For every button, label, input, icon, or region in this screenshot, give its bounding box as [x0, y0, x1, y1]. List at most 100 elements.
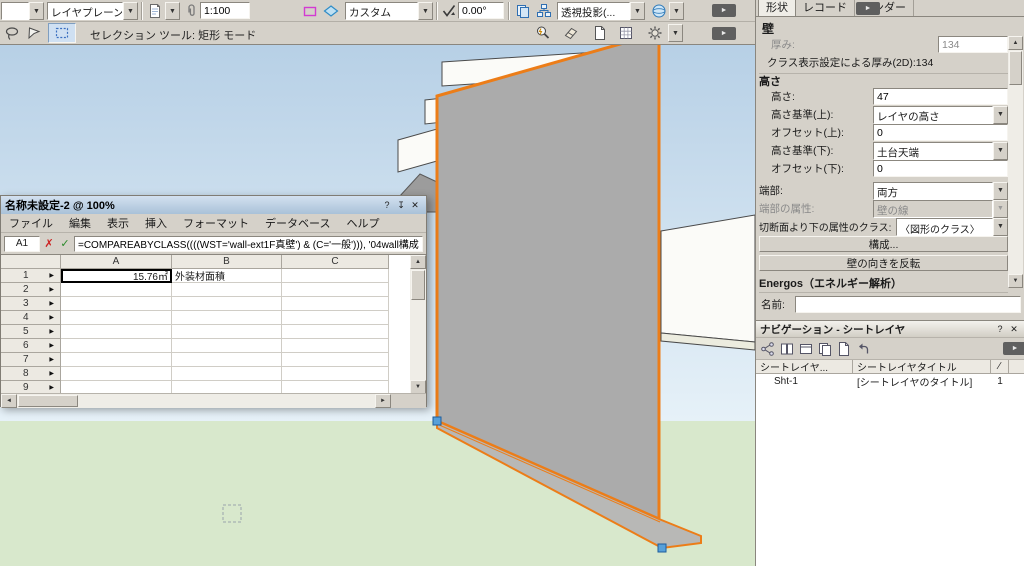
scroll-right-icon[interactable]: ► [375, 394, 391, 408]
back-arrow-icon[interactable] [854, 340, 872, 358]
offset-bottom-field[interactable] [873, 160, 1008, 177]
view-preset-dropdown[interactable]: ▼ [1, 2, 44, 20]
scroll-left-icon[interactable]: ◄ [1, 394, 17, 408]
horizontal-scroll-thumb[interactable] [18, 395, 78, 407]
cell[interactable] [61, 367, 172, 381]
menu-insert[interactable]: 挿入 [137, 215, 175, 231]
row-header[interactable]: 1▶ [1, 269, 61, 283]
eraser-icon[interactable] [561, 23, 581, 43]
row-header[interactable]: 4▶ [1, 311, 61, 325]
angle-field[interactable] [458, 2, 504, 19]
menu-help[interactable]: ヘルプ [338, 215, 387, 231]
scroll-up-icon[interactable]: ▲ [410, 255, 426, 269]
horizontal-scrollbar[interactable]: ◄ ► [1, 393, 426, 408]
row-header[interactable]: 9▶ [1, 381, 61, 393]
settings-chevron-icon[interactable]: ▼ [668, 24, 683, 42]
render-mode-sphere-icon[interactable] [649, 1, 669, 21]
sheet-layer-title[interactable]: [シートレイヤのタイトル] [853, 374, 991, 388]
grid-icon[interactable] [616, 23, 636, 43]
row-header[interactable]: 8▶ [1, 367, 61, 381]
share-nodes-icon[interactable] [759, 340, 777, 358]
paperclip-icon[interactable] [182, 1, 202, 21]
sheet-layer-name[interactable]: Sht-1 [756, 374, 853, 388]
row-header[interactable]: 2▶ [1, 283, 61, 297]
cell[interactable] [172, 381, 282, 393]
column-header-sheet-title[interactable]: シートレイヤタイトル [853, 360, 991, 373]
navigation-overflow-button[interactable]: ► [1003, 342, 1024, 355]
sheet-layer-list[interactable]: Sht-1 [シートレイヤのタイトル] 1 [756, 374, 1024, 566]
tab-shape[interactable]: 形状 [758, 0, 796, 16]
cell[interactable] [61, 297, 172, 311]
height-ref-top-select[interactable]: レイヤの高さ ▼ [873, 106, 1008, 124]
cell-reference-box[interactable]: A1 [4, 236, 40, 252]
cell[interactable] [61, 325, 172, 339]
viewport-pages-icon[interactable] [513, 1, 533, 21]
cell[interactable] [172, 353, 282, 367]
cell[interactable] [172, 339, 282, 353]
gear-icon[interactable] [645, 23, 665, 43]
cell-a1[interactable]: 15.76㎡ [61, 269, 172, 283]
toolbar-overflow-button[interactable]: ► [712, 4, 736, 17]
scroll-down-icon[interactable]: ▼ [410, 380, 426, 393]
column-header-sheet-layer[interactable]: シートレイヤ... [756, 360, 853, 373]
formula-input[interactable] [74, 236, 423, 252]
column-header-c[interactable]: C [282, 255, 389, 269]
cell[interactable] [61, 283, 172, 297]
sheet-icon[interactable] [835, 340, 853, 358]
row-header[interactable]: 7▶ [1, 353, 61, 367]
scale-field[interactable] [200, 2, 250, 19]
oip-scrollbar[interactable]: ▲ ▼ [1008, 36, 1023, 288]
selection-handle-bottom-right[interactable] [658, 544, 666, 552]
cell[interactable] [61, 381, 172, 393]
list-item[interactable]: Sht-1 [シートレイヤのタイトル] 1 [756, 374, 1024, 388]
window-icon[interactable] [797, 340, 815, 358]
column-header-sort[interactable]: ∕ [991, 360, 1009, 373]
menu-edit[interactable]: 編集 [61, 215, 99, 231]
new-page-icon[interactable] [590, 23, 610, 43]
cell[interactable] [172, 297, 282, 311]
modebar-overflow-button[interactable]: ► [712, 27, 736, 40]
tab-record[interactable]: レコード [796, 0, 855, 16]
height-ref-bottom-select[interactable]: 土台天端 ▼ [873, 142, 1008, 160]
magnifier-flash-icon[interactable] [533, 23, 553, 43]
scroll-down-icon[interactable]: ▼ [1008, 274, 1023, 288]
cancel-icon[interactable]: ✗ [42, 236, 56, 252]
working-plane-icon[interactable] [300, 1, 320, 21]
column-header-a[interactable]: A [61, 255, 172, 269]
hierarchy-icon[interactable] [534, 1, 554, 21]
offset-top-field[interactable] [873, 124, 1008, 141]
angle-snap-icon[interactable] [439, 1, 459, 21]
navigation-titlebar[interactable]: ナビゲーション - シートレイヤ ? ✕ [756, 321, 1024, 338]
vertical-scrollbar[interactable]: ▲ ▼ [410, 255, 426, 393]
worksheet-window[interactable]: 名称未設定-2 @ 100% ? ↧ ✕ ファイル 編集 表示 挿入 フォーマッ… [0, 195, 427, 407]
name-field[interactable] [795, 296, 1021, 313]
below-cut-class-select[interactable]: 〈図形のクラス〉 ▼ [896, 218, 1008, 236]
oip-scroll-thumb[interactable] [1009, 51, 1022, 85]
custom-view-dropdown[interactable]: カスタム ▼ [345, 2, 433, 20]
menu-file[interactable]: ファイル [1, 215, 61, 231]
cell[interactable] [282, 297, 389, 311]
layer-plane-icon[interactable] [321, 1, 341, 21]
book-icon[interactable] [778, 340, 796, 358]
render-options-chevron-icon[interactable]: ▼ [669, 2, 684, 20]
close-button[interactable]: ✕ [408, 199, 422, 212]
scroll-up-icon[interactable]: ▲ [1008, 36, 1023, 50]
vertical-scroll-thumb[interactable] [411, 270, 425, 300]
document-options-chevron-icon[interactable]: ▼ [165, 2, 180, 20]
cell[interactable] [172, 311, 282, 325]
column-header-b[interactable]: B [172, 255, 282, 269]
height-field[interactable] [873, 88, 1008, 105]
cell[interactable] [282, 339, 389, 353]
menu-view[interactable]: 表示 [99, 215, 137, 231]
oip-overflow-button[interactable]: ► [856, 2, 880, 15]
cell-c1[interactable] [282, 269, 389, 283]
selection-handle-bottom-left[interactable] [433, 417, 441, 425]
caps-select[interactable]: 両方 ▼ [873, 182, 1008, 200]
cell[interactable] [282, 367, 389, 381]
row-header[interactable]: 3▶ [1, 297, 61, 311]
reverse-wall-button[interactable]: 壁の向きを反転 [759, 255, 1008, 271]
cell[interactable] [282, 353, 389, 367]
cell[interactable] [61, 353, 172, 367]
cell[interactable] [61, 311, 172, 325]
menu-database[interactable]: データベース [257, 215, 338, 231]
